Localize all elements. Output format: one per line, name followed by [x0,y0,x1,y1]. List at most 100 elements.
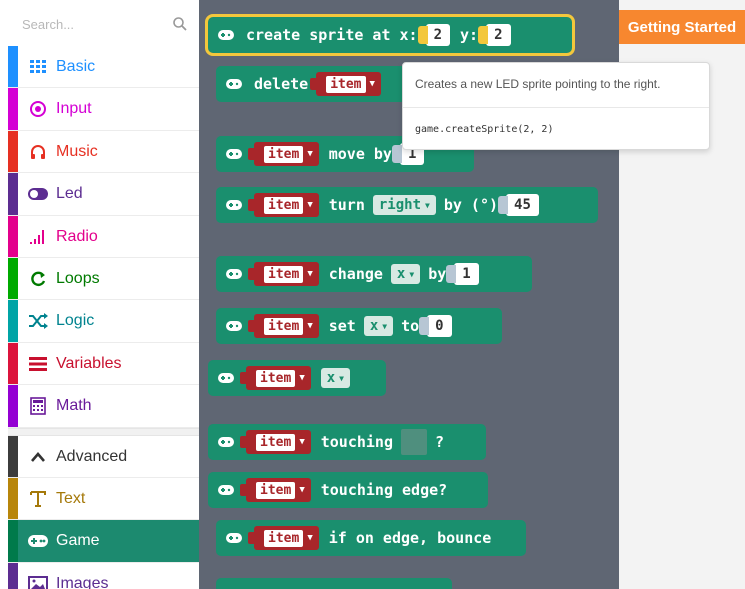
variable-dropdown[interactable]: item ▼ [248,314,319,338]
category-color-bar [8,385,18,427]
delete-sprite-block[interactable]: delete item ▼ [216,66,406,102]
block-label-by: by (°) [443,196,499,214]
target-icon [28,99,48,119]
turn-value-input[interactable]: 45 [498,194,539,216]
direction-dropdown[interactable]: right ▼ [372,195,436,215]
variable-name: item [264,145,304,163]
variable-dropdown[interactable]: item ▼ [240,366,311,390]
block-label-to: to [401,317,420,335]
toggle-icon [28,184,48,204]
block-label: if on edge, bounce [328,529,492,547]
touching-edge-block[interactable]: item ▼ touching edge? [208,472,488,508]
category-loops[interactable]: Loops [8,257,199,301]
y-value-input[interactable]: 2 [477,24,511,46]
block-label: turn [328,196,365,214]
dropdown-arrow-icon: ▼ [425,200,430,210]
chevron-up-icon [28,447,48,467]
variable-dropdown[interactable]: item ▼ [248,142,319,166]
set-value-input[interactable]: 0 [419,315,452,337]
category-label: Math [56,397,92,415]
category-math[interactable]: Math [8,385,199,428]
category-label: Advanced [56,447,128,465]
get-property-block[interactable]: item ▼ x ▼ [208,360,386,396]
property-dropdown[interactable]: x ▼ [320,368,350,388]
turn-block[interactable]: item ▼ turn right ▼ by (°) 45 [216,187,598,223]
category-color-bar [8,435,18,477]
gamepad-icon [226,149,242,159]
gamepad-icon [218,485,234,495]
tooltip-text: Creates a new LED sprite pointing to the… [415,77,661,91]
dropdown-arrow-icon: ▼ [382,321,388,331]
block-tooltip: Creates a new LED sprite pointing to the… [402,62,710,150]
property-value: x [369,318,379,334]
touching-block[interactable]: item ▼ touching ? [208,424,486,460]
next-block-partial[interactable] [216,578,452,589]
property-dropdown[interactable]: x ▼ [363,316,394,336]
category-label: Led [56,185,83,203]
block-label: create sprite at x: [246,26,418,44]
category-color-bar [8,215,18,257]
property-value: x [326,370,336,386]
category-color-bar [8,257,18,300]
variable-dropdown[interactable]: item ▼ [248,526,319,550]
change-block[interactable]: item ▼ change x ▼ by 1 [216,256,532,292]
shuffle-icon [28,311,48,331]
change-value-input[interactable]: 1 [446,263,479,285]
gamepad-icon [226,533,242,543]
category-images[interactable]: Images [8,562,199,589]
dropdown-arrow-icon: ▼ [299,485,305,495]
variable-dropdown[interactable]: item ▼ [248,262,319,286]
category-game[interactable]: Game [8,520,199,563]
variable-name: item [264,196,304,214]
category-advanced[interactable]: Advanced [8,435,199,478]
category-basic[interactable]: Basic [8,46,199,89]
variable-dropdown[interactable]: item ▼ [240,430,311,454]
toolbox-search[interactable]: Search... [8,8,198,40]
getting-started-button[interactable]: Getting Started [619,10,745,44]
block-label: delete [254,75,309,93]
dropdown-arrow-icon: ▼ [307,149,313,159]
category-color-bar [8,88,18,130]
category-color-bar [8,173,18,215]
gamepad-icon [218,437,234,447]
variable-dropdown[interactable]: item ▼ [248,193,319,217]
create-sprite-block[interactable]: create sprite at x: 2 y: 2 [205,14,575,56]
block-label: move by [328,145,392,163]
category-color-bar [8,477,18,520]
category-logic[interactable]: Logic [8,300,199,343]
search-icon[interactable] [172,16,188,32]
gamepad-icon [226,269,242,279]
dropdown-arrow-icon: ▼ [299,373,305,383]
bounce-block[interactable]: item ▼ if on edge, bounce [216,520,526,556]
category-led[interactable]: Led [8,173,199,216]
category-list: Basic Input Music Led Radio Loops Logic … [8,46,199,589]
block-label-y: y: [460,26,479,44]
variable-name: item [264,265,304,283]
headphones-icon [28,142,48,162]
toolbox-sidebar: Search... Basic Input Music Led Radio Lo… [0,0,199,589]
variable-name: item [264,317,304,335]
variable-name: item [256,369,296,387]
variable-name: item [264,529,304,547]
variable-dropdown[interactable]: item ▼ [310,72,381,96]
variable-name: item [256,481,296,499]
search-input[interactable]: Search... [22,17,74,32]
category-radio[interactable]: Radio [8,215,199,258]
category-label: Loops [56,269,100,287]
tooltip-code: game.createSprite(2, 2) [415,124,554,135]
category-color-bar [8,520,18,562]
property-dropdown[interactable]: x ▼ [390,264,421,284]
x-value-input[interactable]: 2 [417,24,451,46]
sprite-input-slot[interactable] [400,429,427,455]
category-label: Text [56,489,86,507]
set-block[interactable]: item ▼ set x ▼ to 0 [216,308,502,344]
category-label: Images [56,574,109,589]
category-input[interactable]: Input [8,88,199,131]
signal-bars-icon [28,227,48,247]
category-label: Music [56,142,98,160]
gamepad-icon [218,30,234,40]
variable-dropdown[interactable]: item ▼ [240,478,311,502]
category-music[interactable]: Music [8,130,199,174]
category-variables[interactable]: Variables [8,342,199,386]
category-text[interactable]: Text [8,477,199,521]
